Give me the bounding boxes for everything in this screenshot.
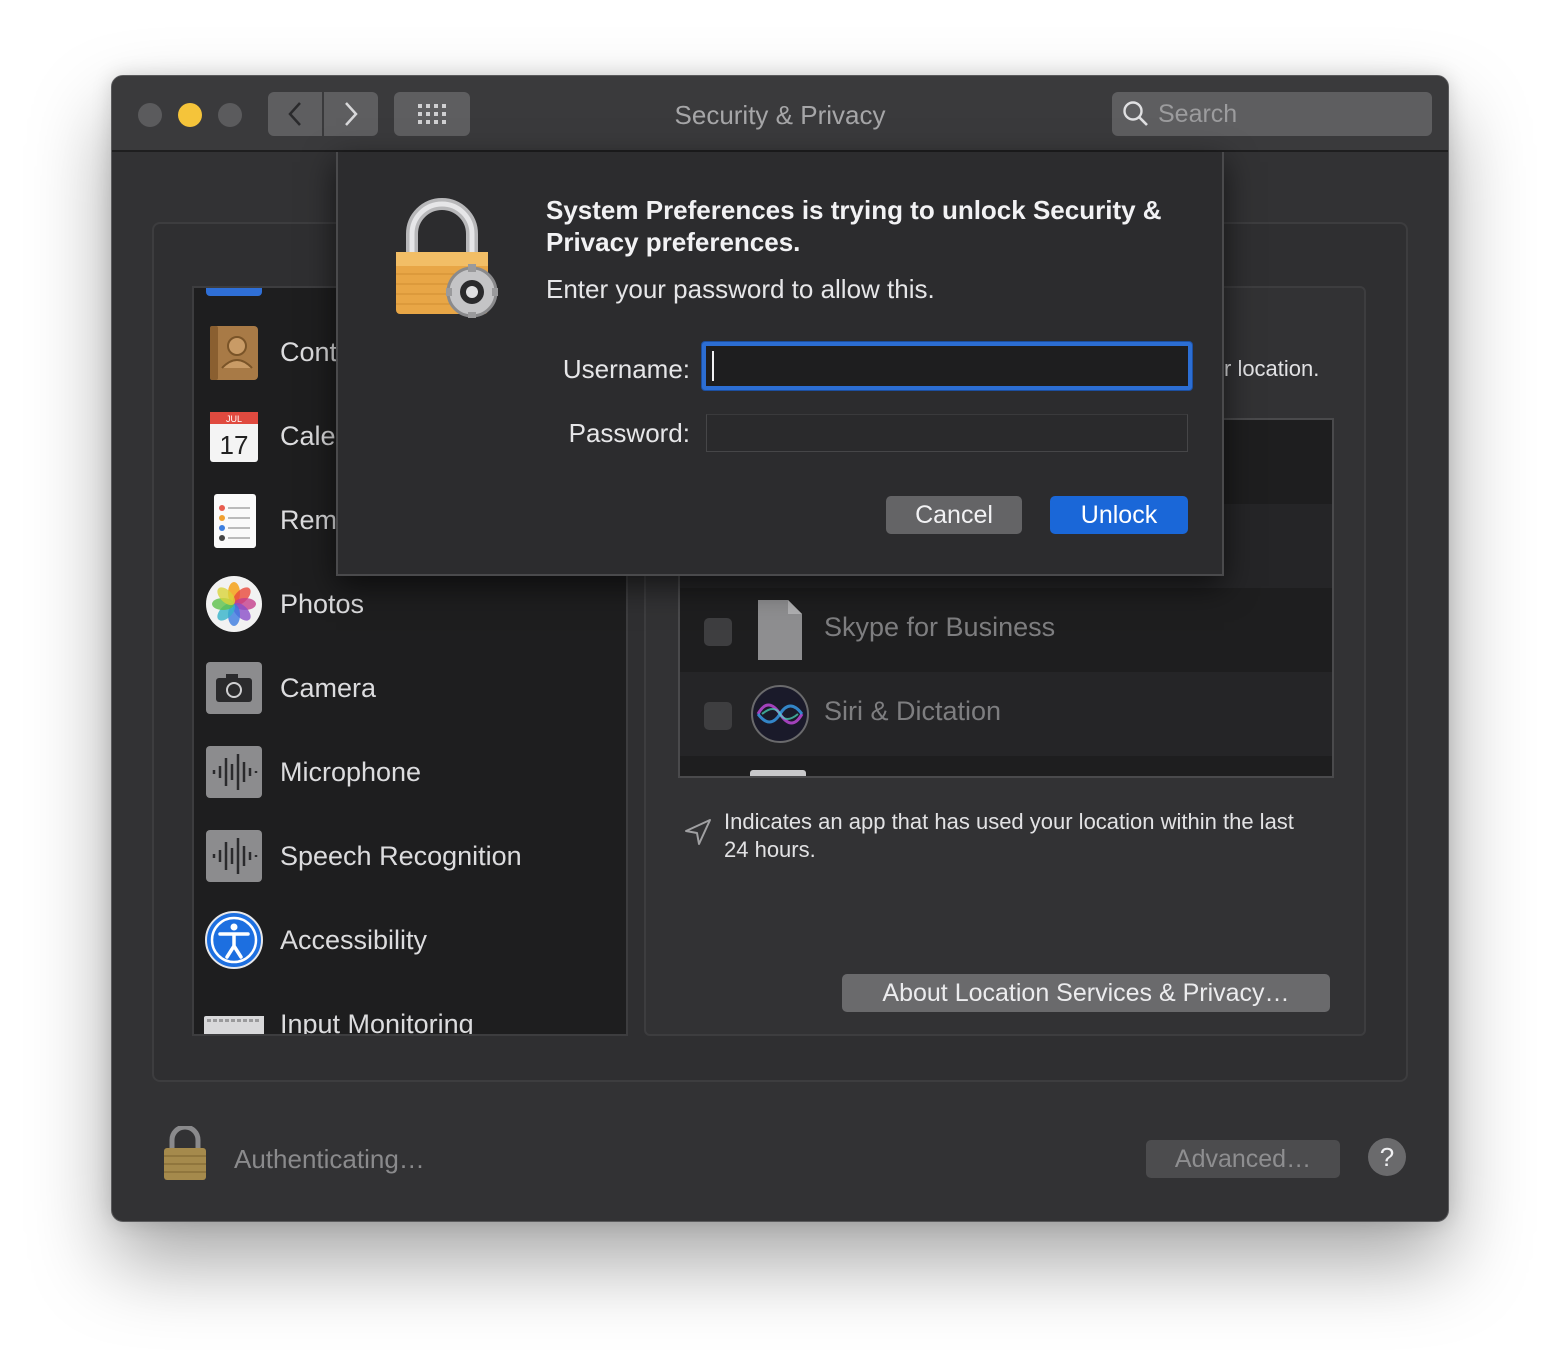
camera-icon — [206, 662, 262, 714]
sidebar-item-accessibility[interactable]: Accessibility — [194, 898, 626, 982]
sidebar-item-label: Accessibility — [280, 924, 428, 955]
sidebar-item-label: Photos — [280, 588, 365, 619]
keyboard-icon — [204, 1016, 264, 1034]
accessibility-icon — [205, 911, 263, 969]
sidebar-item-label: Microphone — [280, 756, 422, 787]
reminders-icon — [214, 494, 256, 548]
sidebar-item-label: Cale — [280, 420, 336, 451]
sidebar-item-camera[interactable]: Camera — [194, 646, 626, 730]
title-bar: Security & Privacy Search — [112, 76, 1448, 152]
username-label: Username: — [562, 354, 690, 384]
help-button[interactable]: ? — [1368, 1138, 1406, 1176]
app-row-siri[interactable]: Siri & Dictation — [680, 672, 1332, 756]
sidebar-item-label: Input Monitoring — [280, 1008, 474, 1036]
username-field[interactable] — [702, 342, 1192, 390]
padlock-gear-icon — [396, 198, 498, 318]
calendar-day: 17 — [220, 430, 249, 460]
list-item — [680, 756, 1332, 776]
photos-icon — [206, 576, 262, 632]
unlock-dialog: System Preferences is trying to unlock S… — [336, 152, 1224, 576]
siri-icon — [751, 685, 809, 743]
location-usage-note: Indicates an app that has used your loca… — [724, 809, 1294, 862]
sidebar-item-label: Speech Recognition — [280, 840, 522, 871]
speech-recognition-icon — [206, 830, 262, 882]
security-privacy-window: Security & Privacy Search Cont JUL 17 Ca… — [111, 75, 1449, 1222]
dialog-title: System Preferences is trying to unlock S… — [546, 195, 1162, 257]
sidebar-item-microphone[interactable]: Microphone — [194, 730, 626, 814]
password-field[interactable] — [706, 414, 1188, 452]
sidebar-item-label: Rem — [280, 504, 338, 535]
sidebar-item-speech-recognition[interactable]: Speech Recognition — [194, 814, 626, 898]
sidebar-item-label: Cont — [280, 336, 338, 367]
about-location-services-button[interactable]: About Location Services & Privacy… — [842, 974, 1330, 1012]
siri-location-checkbox[interactable] — [704, 702, 732, 730]
microphone-icon — [206, 746, 262, 798]
sidebar-item-label: Camera — [280, 672, 377, 703]
app-icon-partial — [750, 770, 806, 776]
calendar-month: JUL — [226, 414, 242, 424]
dialog-subtitle: Enter your password to allow this. — [546, 274, 935, 304]
app-row-skype[interactable]: Skype for Business — [680, 588, 1332, 672]
search-icon — [1123, 101, 1148, 126]
contacts-icon — [210, 326, 258, 380]
cancel-button[interactable]: Cancel — [886, 496, 1022, 534]
authentication-status: Authenticating… — [234, 1144, 425, 1174]
password-label: Password: — [568, 418, 690, 448]
unlock-button[interactable]: Unlock — [1050, 496, 1188, 534]
calendar-icon: JUL 17 — [210, 412, 258, 462]
location-services-icon-partial — [206, 288, 262, 296]
search-field[interactable]: Search — [1112, 92, 1432, 136]
app-name: Skype for Business — [824, 612, 1056, 642]
search-placeholder: Search — [1158, 99, 1238, 128]
sidebar-item-input-monitoring[interactable]: Input Monitoring — [194, 982, 626, 1036]
location-arrow-icon — [685, 819, 711, 845]
text-cursor — [712, 351, 714, 381]
app-name: Siri & Dictation — [824, 696, 1002, 726]
skype-location-checkbox[interactable] — [704, 618, 732, 646]
advanced-button[interactable]: Advanced… — [1146, 1140, 1340, 1178]
lock-icon[interactable] — [162, 1126, 208, 1182]
location-description-text: r location. — [1224, 356, 1320, 381]
document-icon — [758, 600, 802, 660]
